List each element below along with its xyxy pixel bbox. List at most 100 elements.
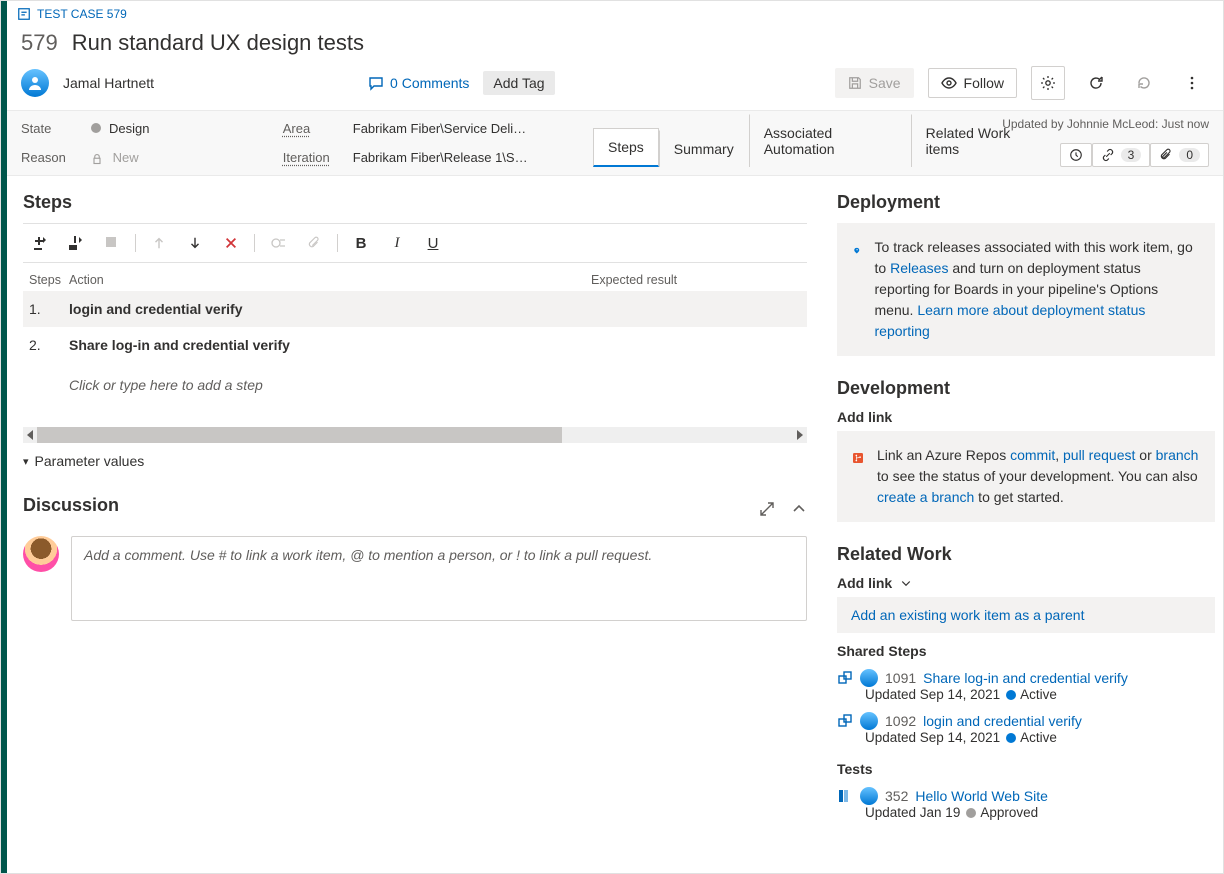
workitem-title[interactable]: Run standard UX design tests xyxy=(72,30,364,56)
param-icon xyxy=(270,235,286,251)
create-shared-steps-button[interactable] xyxy=(99,230,125,256)
comment-icon xyxy=(368,75,384,91)
area-field[interactable]: Fabrikam Fiber\Service Deli… xyxy=(353,121,526,136)
refresh-icon xyxy=(1088,75,1104,91)
tab-summary[interactable]: Summary xyxy=(659,130,749,167)
history-button[interactable] xyxy=(1060,143,1092,167)
save-button: Save xyxy=(835,68,914,98)
development-add-link[interactable]: Add link xyxy=(837,409,1215,425)
add-step-placeholder[interactable]: Click or type here to add a step xyxy=(23,363,807,407)
more-actions-button[interactable] xyxy=(1175,66,1209,100)
steps-col-header-expected: Expected result xyxy=(591,273,801,287)
related-add-link-dropdown[interactable]: Add link xyxy=(837,575,1215,591)
italic-button[interactable]: I xyxy=(384,230,410,256)
tab-steps[interactable]: Steps xyxy=(593,128,659,167)
insert-param-button[interactable] xyxy=(265,230,291,256)
assignee-avatar[interactable] xyxy=(21,69,49,97)
reason-field[interactable]: New xyxy=(91,150,139,165)
undo-button[interactable] xyxy=(1127,66,1161,100)
breadcrumb-test-case[interactable]: TEST CASE 579 xyxy=(17,7,127,21)
parameter-values-toggle[interactable]: ▾ Parameter values xyxy=(23,453,807,469)
state-label: State xyxy=(21,121,73,136)
commit-link[interactable]: commit xyxy=(1010,447,1055,463)
step-row[interactable]: 1. login and credential verify xyxy=(23,291,807,327)
development-heading: Development xyxy=(837,378,1215,399)
state-field[interactable]: Design xyxy=(91,121,149,136)
follow-button[interactable]: Follow xyxy=(928,68,1017,98)
shared-steps-icon xyxy=(837,670,853,686)
comments-link[interactable]: 0 Comments xyxy=(368,75,469,91)
shared-steps-subheading: Shared Steps xyxy=(837,643,1215,659)
related-work-heading: Related Work xyxy=(837,544,1215,565)
move-up-button[interactable] xyxy=(146,230,172,256)
underline-button[interactable]: U xyxy=(420,230,446,256)
arrow-up-icon xyxy=(152,236,166,250)
test-suite-icon xyxy=(837,788,853,804)
steps-horizontal-scrollbar[interactable] xyxy=(23,427,807,443)
create-shared-icon xyxy=(104,235,120,251)
rocket-icon xyxy=(853,237,861,265)
insert-step-button[interactable] xyxy=(27,230,53,256)
branch-link[interactable]: branch xyxy=(1156,447,1199,463)
development-info-box: Link an Azure Repos commit, pull request… xyxy=(837,431,1215,522)
expand-icon xyxy=(759,501,775,517)
insert-shared-step-button[interactable] xyxy=(63,230,89,256)
bold-button[interactable]: B xyxy=(348,230,374,256)
tab-associated-automation[interactable]: Associated Automation xyxy=(749,114,911,167)
move-down-button[interactable] xyxy=(182,230,208,256)
gear-icon xyxy=(1040,75,1056,91)
related-item[interactable]: 1091 Share log-in and credential verify xyxy=(837,669,1215,687)
attachments-button[interactable]: 0 xyxy=(1150,143,1209,167)
releases-link[interactable]: Releases xyxy=(890,260,948,276)
settings-button[interactable] xyxy=(1031,66,1065,100)
save-icon xyxy=(848,76,862,90)
reason-label: Reason xyxy=(21,150,73,165)
avatar xyxy=(860,712,878,730)
history-icon xyxy=(1069,148,1083,162)
discussion-input[interactable]: Add a comment. Use # to link a work item… xyxy=(71,536,807,621)
step-row[interactable]: 2. Share log-in and credential verify xyxy=(23,327,807,363)
testcase-icon xyxy=(17,7,31,21)
links-button[interactable]: 3 xyxy=(1092,143,1151,167)
steps-heading: Steps xyxy=(23,192,807,213)
create-branch-link[interactable]: create a branch xyxy=(877,489,974,505)
shared-step-icon xyxy=(68,235,84,251)
tests-subheading: Tests xyxy=(837,761,1215,777)
delete-x-icon xyxy=(224,236,238,250)
arrow-down-icon xyxy=(188,236,202,250)
add-tag-button[interactable]: Add Tag xyxy=(483,71,554,95)
related-item-link[interactable]: Hello World Web Site xyxy=(915,788,1048,804)
related-item-link[interactable]: login and credential verify xyxy=(923,713,1082,729)
steps-toolbar: B I U xyxy=(23,223,807,263)
assignee-name[interactable]: Jamal Hartnett xyxy=(63,75,154,91)
iteration-field[interactable]: Fabrikam Fiber\Release 1\S… xyxy=(353,150,528,165)
deployment-heading: Deployment xyxy=(837,192,1215,213)
iteration-label: Iteration xyxy=(283,150,335,165)
refresh-button[interactable] xyxy=(1079,66,1113,100)
paperclip-icon xyxy=(307,236,321,250)
link-icon xyxy=(1101,148,1115,162)
area-label: Area xyxy=(283,121,335,136)
updated-by-text: Updated by Johnnie McLeod: Just now xyxy=(1002,117,1209,131)
branch-icon xyxy=(853,445,863,471)
lock-icon xyxy=(91,153,103,165)
expand-fullscreen-button[interactable] xyxy=(759,501,775,517)
collapse-button[interactable] xyxy=(791,501,807,517)
related-item-link[interactable]: Share log-in and credential verify xyxy=(923,670,1128,686)
attach-file-button[interactable] xyxy=(301,230,327,256)
chevron-down-icon: ▾ xyxy=(23,455,29,468)
deployment-info-box: To track releases associated with this w… xyxy=(837,223,1215,356)
discussion-heading: Discussion xyxy=(23,495,759,516)
shared-steps-icon xyxy=(837,713,853,729)
eye-icon xyxy=(941,75,957,91)
undo-icon xyxy=(1136,75,1152,91)
add-parent-link-row[interactable]: Add an existing work item as a parent xyxy=(837,597,1215,633)
chevron-up-icon xyxy=(791,501,807,517)
delete-step-button[interactable] xyxy=(218,230,244,256)
pull-request-link[interactable]: pull request xyxy=(1063,447,1135,463)
more-vertical-icon xyxy=(1184,75,1200,91)
steps-col-header-action: Action xyxy=(69,273,591,287)
related-item[interactable]: 1092 login and credential verify xyxy=(837,712,1215,730)
avatar xyxy=(860,787,878,805)
related-item[interactable]: 352 Hello World Web Site xyxy=(837,787,1215,805)
